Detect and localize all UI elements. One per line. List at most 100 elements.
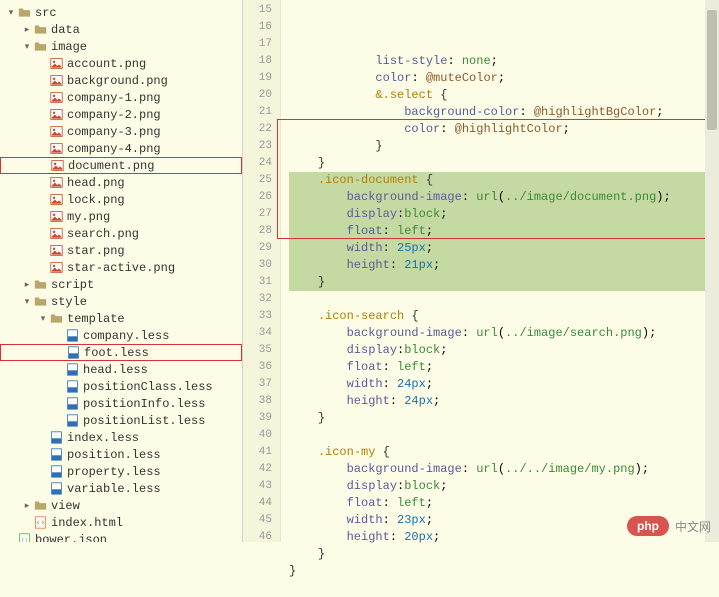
code-line-39[interactable]: background-image: url(../../image/my.png…: [289, 461, 719, 478]
line-number: 29: [243, 240, 272, 257]
scrollbar-thumb[interactable]: [707, 10, 717, 130]
code-line-36[interactable]: }: [289, 410, 719, 427]
chevron-down-icon[interactable]: ▾: [22, 297, 32, 307]
tree-item-positionInfo-less[interactable]: positionInfo.less: [0, 395, 242, 412]
img-icon: [48, 91, 64, 104]
code-line-16[interactable]: color: @muteColor;: [289, 70, 719, 87]
code-line-18[interactable]: background-color: @highlightBgColor;: [289, 104, 719, 121]
code-line-25[interactable]: float: left;: [289, 223, 719, 240]
line-number: 16: [243, 19, 272, 36]
tree-item-foot-less[interactable]: foot.less: [0, 344, 242, 361]
tree-item-index-html[interactable]: index.html: [0, 514, 242, 531]
chevron-down-icon[interactable]: ▾: [6, 8, 16, 18]
code-line-26[interactable]: width: 25px;: [289, 240, 719, 257]
code-line-17[interactable]: &.select {: [289, 87, 719, 104]
code-line-30[interactable]: .icon-search {: [289, 308, 719, 325]
line-number: 18: [243, 53, 272, 70]
tree-item-image[interactable]: ▾image: [0, 38, 242, 55]
code-line-33[interactable]: float: left;: [289, 359, 719, 376]
tree-item-script[interactable]: ▸script: [0, 276, 242, 293]
tree-item-positionClass-less[interactable]: positionClass.less: [0, 378, 242, 395]
tree-item-document-png[interactable]: document.png: [0, 157, 242, 174]
tree-item-company-1-png[interactable]: company-1.png: [0, 89, 242, 106]
tree-item-label: account.png: [67, 57, 146, 71]
line-number: 34: [243, 325, 272, 342]
watermark-text: 中文网: [675, 518, 711, 535]
code-line-31[interactable]: background-image: url(../image/search.pn…: [289, 325, 719, 342]
line-number: 42: [243, 461, 272, 478]
code-editor[interactable]: 1516171819202122232425262728293031323334…: [243, 0, 719, 542]
code-line-21[interactable]: }: [289, 155, 719, 172]
tree-item-label: company.less: [83, 329, 169, 343]
tree-item-account-png[interactable]: account.png: [0, 55, 242, 72]
code-line-24[interactable]: display:block;: [289, 206, 719, 223]
tree-item-positionList-less[interactable]: positionList.less: [0, 412, 242, 429]
line-number: 44: [243, 495, 272, 512]
tree-item-view[interactable]: ▸ view: [0, 497, 242, 514]
code-line-34[interactable]: width: 24px;: [289, 376, 719, 393]
tree-item-star-active-png[interactable]: star-active.png: [0, 259, 242, 276]
tree-item-search-png[interactable]: search.png: [0, 225, 242, 242]
img-icon: [48, 176, 64, 189]
code-line-28[interactable]: }: [289, 274, 719, 291]
tree-item-company-4-png[interactable]: company-4.png: [0, 140, 242, 157]
code-line-40[interactable]: display:block;: [289, 478, 719, 495]
file-tree-sidebar[interactable]: ▾src▸data▾image account.pngbackground.png…: [0, 0, 243, 542]
line-number: 25: [243, 172, 272, 189]
code-line-32[interactable]: display:block;: [289, 342, 719, 359]
tree-item-company-less[interactable]: company.less: [0, 327, 242, 344]
code-line-22[interactable]: .icon-document {: [289, 172, 719, 189]
code-line-29[interactable]: [289, 291, 719, 308]
line-number: 30: [243, 257, 272, 274]
code-line-15[interactable]: list-style: none;: [289, 53, 719, 70]
tree-item-label: index.less: [67, 431, 139, 445]
chevron-down-icon[interactable]: ▾: [38, 314, 48, 324]
code-line-41[interactable]: float: left;: [289, 495, 719, 512]
tree-item-company-2-png[interactable]: company-2.png: [0, 106, 242, 123]
tree-item-property-less[interactable]: property.less: [0, 463, 242, 480]
code-line-35[interactable]: height: 24px;: [289, 393, 719, 410]
code-line-19[interactable]: color: @highlightColor;: [289, 121, 719, 138]
tree-item-star-png[interactable]: star.png: [0, 242, 242, 259]
code-line-46[interactable]: [289, 580, 719, 597]
vertical-scrollbar[interactable]: [705, 0, 719, 542]
tree-item-label: style: [51, 295, 87, 309]
less-icon: [48, 465, 64, 478]
tree-item-label: positionList.less: [83, 414, 205, 428]
tree-item-head-less[interactable]: head.less: [0, 361, 242, 378]
folder-icon: [32, 23, 48, 36]
tree-item-head-png[interactable]: head.png: [0, 174, 242, 191]
code-line-37[interactable]: [289, 427, 719, 444]
tree-item-label: view: [51, 499, 80, 513]
tree-item-variable-less[interactable]: variable.less: [0, 480, 242, 497]
code-line-20[interactable]: }: [289, 138, 719, 155]
img-icon: [48, 142, 64, 155]
code-line-23[interactable]: background-image: url(../image/document.…: [289, 189, 719, 206]
tree-item-index-less[interactable]: index.less: [0, 429, 242, 446]
chevron-right-icon[interactable]: ▸: [22, 25, 32, 35]
tree-item-my-png[interactable]: my.png: [0, 208, 242, 225]
tree-item-position-less[interactable]: position.less: [0, 446, 242, 463]
line-number: 22: [243, 121, 272, 138]
tree-item-src[interactable]: ▾src: [0, 4, 242, 21]
tree-item-data[interactable]: ▸data: [0, 21, 242, 38]
tree-item-template[interactable]: ▾template: [0, 310, 242, 327]
tree-item-background-png[interactable]: background.png: [0, 72, 242, 89]
code-line-44[interactable]: }: [289, 546, 719, 563]
tree-item-company-3-png[interactable]: company-3.png: [0, 123, 242, 140]
line-number: 17: [243, 36, 272, 53]
chevron-right-icon[interactable]: ▸: [22, 280, 32, 290]
tree-item-style[interactable]: ▾ style: [0, 293, 242, 310]
less-icon: [64, 329, 80, 342]
code-line-38[interactable]: .icon-my {: [289, 444, 719, 461]
chevron-right-icon[interactable]: ▸: [22, 501, 32, 511]
code-line-45[interactable]: }: [289, 563, 719, 580]
tree-item-lock-png[interactable]: lock.png: [0, 191, 242, 208]
tree-item-label: position.less: [67, 448, 161, 462]
chevron-down-icon[interactable]: ▾: [22, 42, 32, 52]
code-line-27[interactable]: height: 21px;: [289, 257, 719, 274]
code-area[interactable]: list-style: none; color: @muteColor; &.s…: [281, 0, 719, 542]
tree-item-bower-json[interactable]: {}bower.json: [0, 531, 242, 542]
line-gutter: 1516171819202122232425262728293031323334…: [243, 0, 281, 542]
json-icon: {}: [16, 533, 32, 542]
